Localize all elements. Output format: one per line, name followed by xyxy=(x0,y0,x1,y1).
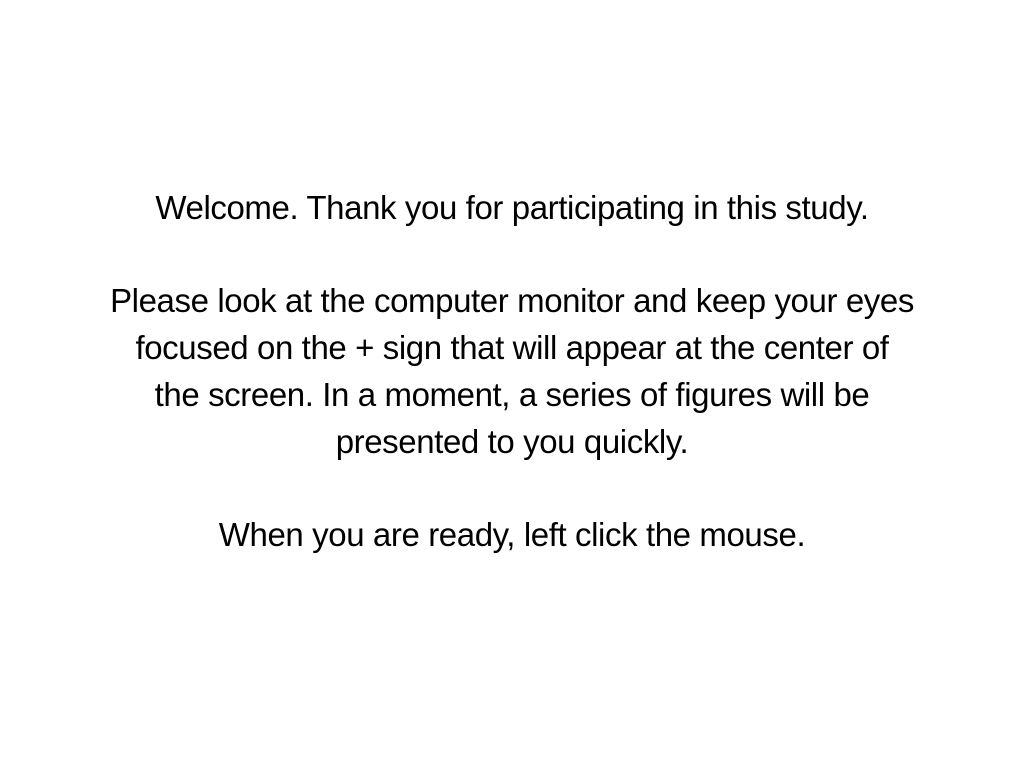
instruction-screen[interactable]: Welcome. Thank you for participating in … xyxy=(0,0,1024,768)
instructions-line: the screen. In a moment, a series of fig… xyxy=(154,375,870,413)
instructions-paragraph: Please look at the computer monitor and … xyxy=(22,277,1002,465)
welcome-text: Welcome. Thank you for participating in … xyxy=(155,188,869,226)
instruction-message: Welcome. Thank you for participating in … xyxy=(22,184,1002,558)
instructions-line: Please look at the computer monitor and … xyxy=(110,281,914,319)
instructions-line: focused on the + sign that will appear a… xyxy=(135,328,889,366)
instructions-line: presented to you quickly. xyxy=(335,422,689,460)
click-prompt: When you are ready, left click the mouse… xyxy=(218,515,806,553)
